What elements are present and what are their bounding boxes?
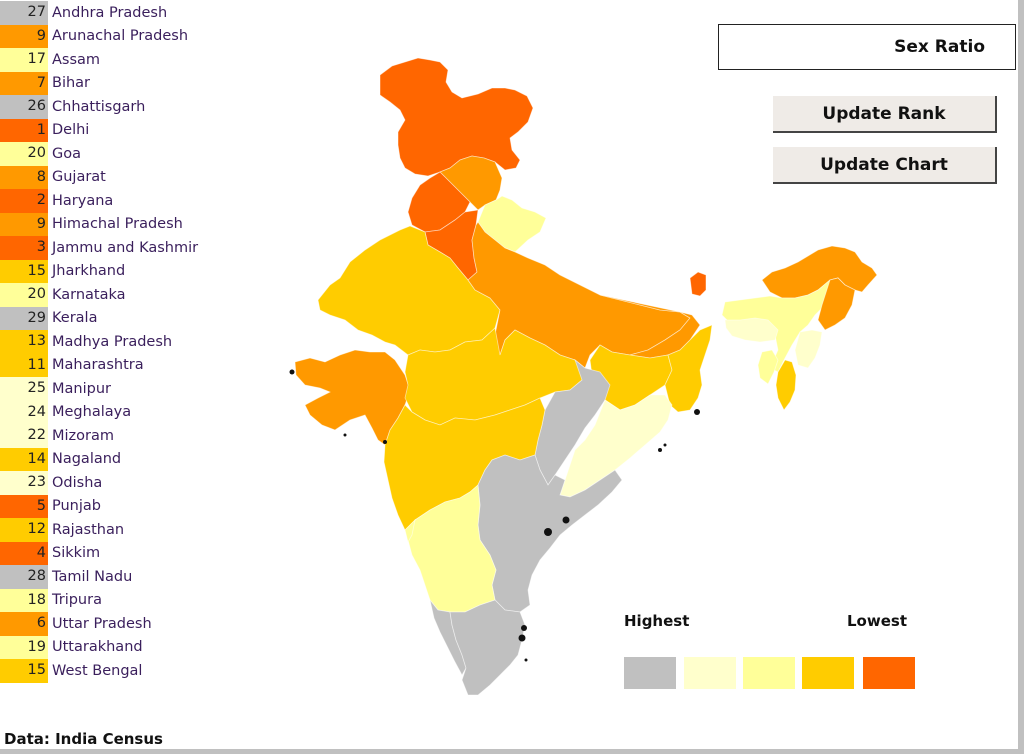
- map-region-jammu-and-kashmir: [379, 57, 534, 177]
- map-region-tamil-nadu: [449, 599, 526, 696]
- map-island-mark: [383, 440, 387, 444]
- legend-swatch: [624, 657, 676, 689]
- map-island-mark: [562, 516, 570, 524]
- metric-selector[interactable]: Sex Ratio: [718, 24, 1016, 70]
- legend-swatch: [684, 657, 736, 689]
- map-island-mark: [521, 625, 527, 631]
- map-island-mark: [544, 528, 552, 536]
- map-island-mark: [289, 369, 295, 375]
- map-region-manipur: [794, 329, 823, 369]
- map-island-mark: [524, 658, 528, 662]
- map-island-mark: [694, 409, 700, 415]
- update-chart-button[interactable]: Update Chart: [773, 147, 997, 184]
- legend-highest-label: Highest: [624, 612, 690, 630]
- map-island-mark: [343, 433, 347, 437]
- metric-label: Sex Ratio: [894, 37, 985, 57]
- map-island-mark: [658, 448, 662, 452]
- legend-swatch: [863, 657, 915, 689]
- map-region-sikkim: [689, 271, 707, 297]
- map-island-mark: [663, 443, 667, 447]
- map-region-tripura: [757, 349, 779, 385]
- legend-swatch: [743, 657, 795, 689]
- update-rank-button[interactable]: Update Rank: [773, 96, 997, 133]
- legend-swatch: [802, 657, 854, 689]
- legend-lowest-label: Lowest: [847, 612, 907, 630]
- map-island-mark: [518, 634, 526, 642]
- map-region-meghalaya: [724, 317, 779, 343]
- data-source-note: Data: India Census: [4, 730, 163, 748]
